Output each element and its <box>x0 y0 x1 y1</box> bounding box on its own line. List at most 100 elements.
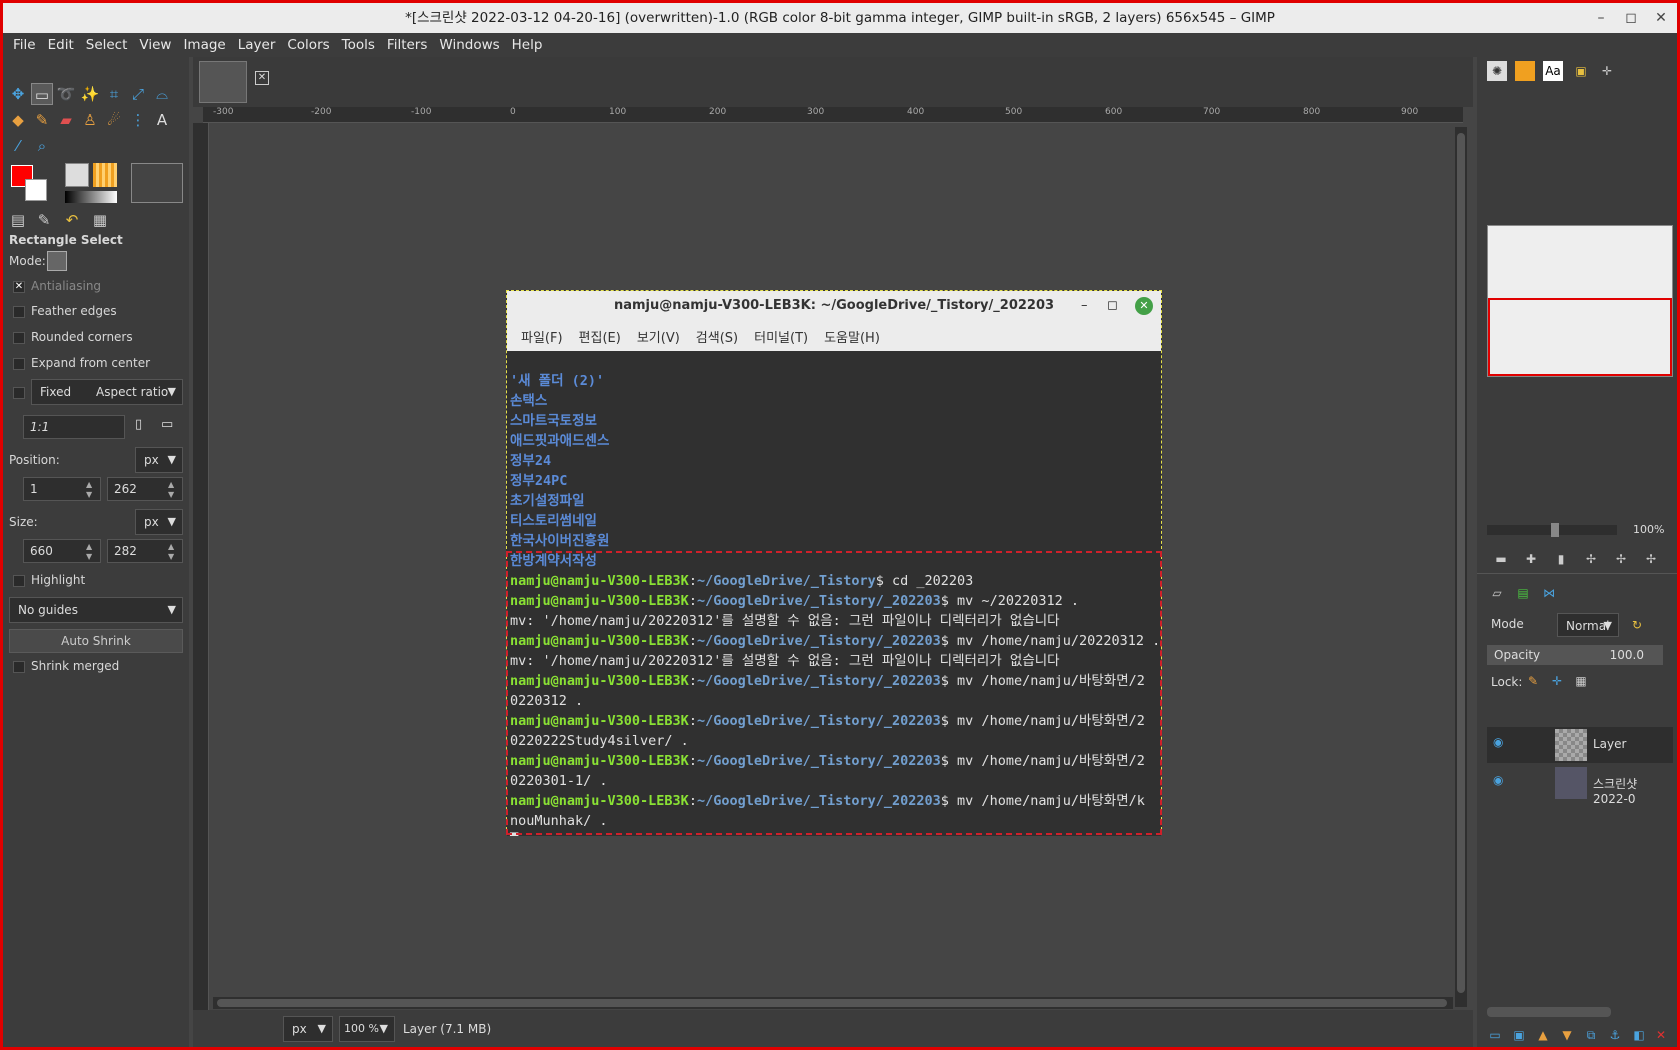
auto-shrink-button[interactable]: Auto Shrink <box>9 629 183 653</box>
tool-options-tab-icon[interactable]: ▤ <box>7 209 29 231</box>
patterns-tab-icon[interactable] <box>1515 61 1535 81</box>
menu-windows[interactable]: Windows <box>433 37 505 53</box>
layer-mode-dropdown[interactable]: Normal ▼ <box>1557 613 1619 637</box>
unit-dropdown[interactable]: px ▼ <box>283 1016 333 1042</box>
rect-select-tool-icon[interactable]: ▭ <box>31 83 53 105</box>
layer-row[interactable]: ◉ Layer <box>1487 727 1673 763</box>
new-group-icon[interactable]: ▣ <box>1509 1025 1529 1045</box>
brushes-tab-icon[interactable]: ✺ <box>1487 61 1507 81</box>
position-x-field[interactable]: 1 ▲ ▼ <box>23 477 101 501</box>
menu-tools[interactable]: Tools <box>336 37 381 53</box>
undo-history-tab-icon[interactable]: ↶ <box>61 209 83 231</box>
mode-intersect-icon[interactable] <box>125 251 145 271</box>
menu-file[interactable]: File <box>7 37 42 53</box>
device-status-tab-icon[interactable]: ✎ <box>33 209 55 231</box>
portrait-icon[interactable]: ▯ <box>135 417 142 432</box>
gradient-preview[interactable] <box>65 191 117 203</box>
layers-tab-icon[interactable]: ▱ <box>1487 583 1507 603</box>
image-preview-thumbnail[interactable] <box>131 163 183 203</box>
smudge-tool-icon[interactable]: ☄ <box>103 109 125 131</box>
shrink-merged-checkbox[interactable] <box>13 661 25 673</box>
menu-edit[interactable]: Edit <box>42 37 80 53</box>
zoom-out-icon[interactable]: ▬ <box>1491 549 1511 569</box>
position-y-field[interactable]: 262 ▲ ▼ <box>107 477 183 501</box>
close-button[interactable]: ✕ <box>1646 3 1676 33</box>
ratio-field[interactable]: 1:1 <box>23 415 125 439</box>
horizontal-scroll-thumb[interactable] <box>217 999 1447 1007</box>
crop-tool-icon[interactable]: ⌗ <box>103 83 125 105</box>
duplicate-layer-icon[interactable]: ⧉ <box>1581 1025 1601 1045</box>
size-width-field[interactable]: 660 ▲ ▼ <box>23 539 101 563</box>
slider-handle[interactable] <box>1551 523 1559 537</box>
anchor-layer-icon[interactable]: ⚓ <box>1605 1025 1625 1045</box>
opacity-slider[interactable]: Opacity 100.0 <box>1487 645 1663 665</box>
navigator-preview[interactable] <box>1487 225 1673 377</box>
navigation-tab-icon[interactable]: ✛ <box>1597 61 1617 81</box>
document-history-tab-icon[interactable]: ▣ <box>1571 61 1591 81</box>
fixed-dropdown[interactable]: Fixed Aspect ratio ▼ <box>31 379 183 405</box>
reset-mode-icon[interactable]: ↻ <box>1627 615 1647 635</box>
paths-tool-icon[interactable]: ⋮ <box>127 109 149 131</box>
visibility-eye-icon[interactable]: ◉ <box>1493 773 1503 787</box>
antialiasing-checkbox[interactable]: ✕ <box>13 281 25 293</box>
menu-image[interactable]: Image <box>177 37 231 53</box>
new-layer-icon[interactable]: ▭ <box>1485 1025 1505 1045</box>
menu-colors[interactable]: Colors <box>281 37 335 53</box>
bucket-fill-tool-icon[interactable]: ◆ <box>7 109 29 131</box>
rounded-checkbox[interactable] <box>13 332 25 344</box>
layers-scrollbar[interactable] <box>1487 1007 1611 1017</box>
layer-row[interactable]: ◉ 스크린샷 2022-0 <box>1487 765 1673 806</box>
free-select-tool-icon[interactable]: ➰ <box>55 83 77 105</box>
horizontal-ruler[interactable]: -300 -200 -100 0 100 200 300 400 500 600… <box>203 107 1463 123</box>
navigator-zoom-slider[interactable] <box>1487 523 1617 537</box>
mode-replace-icon[interactable] <box>47 251 67 271</box>
paths-tab-icon[interactable]: ⋈ <box>1539 583 1559 603</box>
spin-arrows-icon[interactable]: ▲ ▼ <box>86 542 98 562</box>
fuzzy-select-tool-icon[interactable]: ✨ <box>79 83 101 105</box>
menu-select[interactable]: Select <box>80 37 134 53</box>
pattern-preview[interactable] <box>93 163 117 187</box>
size-unit-dropdown[interactable]: px ▼ <box>135 509 183 535</box>
close-tab-icon[interactable]: ✕ <box>255 71 269 85</box>
color-picker-tool-icon[interactable]: ⁄ <box>7 135 29 157</box>
vertical-ruler[interactable] <box>193 123 209 1013</box>
channels-tab-icon[interactable]: ▤ <box>1513 583 1533 603</box>
menu-help[interactable]: Help <box>506 37 549 53</box>
landscape-icon[interactable]: ▭ <box>161 417 173 432</box>
move-tool-icon[interactable]: ✥ <box>7 83 29 105</box>
warp-tool-icon[interactable]: ⌓ <box>151 83 173 105</box>
size-height-field[interactable]: 282 ▲ ▼ <box>107 539 183 563</box>
guides-dropdown[interactable]: No guides ▼ <box>9 597 183 623</box>
expand-checkbox[interactable] <box>13 358 25 370</box>
image-tab-thumbnail[interactable] <box>199 61 247 103</box>
menu-layer[interactable]: Layer <box>232 37 282 53</box>
vertical-scroll-thumb[interactable] <box>1457 133 1465 993</box>
raise-layer-icon[interactable]: ▲ <box>1533 1025 1553 1045</box>
spin-arrows-icon[interactable]: ▲ ▼ <box>86 480 98 500</box>
feather-checkbox[interactable] <box>13 306 25 318</box>
spin-arrows-icon[interactable]: ▲ ▼ <box>168 480 180 500</box>
visibility-eye-icon[interactable]: ◉ <box>1493 735 1503 749</box>
lock-alpha-icon[interactable]: ▦ <box>1571 671 1591 691</box>
navigator-viewport[interactable] <box>1488 298 1672 376</box>
fixed-checkbox[interactable] <box>13 387 25 399</box>
zoom-1-1-icon[interactable]: ▮ <box>1551 549 1571 569</box>
menu-view[interactable]: View <box>133 37 177 53</box>
image-canvas[interactable]: namju@namju-V300-LEB3K: ~/GoogleDrive/_T… <box>506 290 1162 836</box>
zoom-tool-icon[interactable]: ⌕ <box>31 135 53 157</box>
images-tab-icon[interactable]: ▦ <box>89 209 111 231</box>
position-unit-dropdown[interactable]: px ▼ <box>135 447 183 473</box>
shrink-wrap-icon[interactable]: ✢ <box>1641 549 1661 569</box>
menu-filters[interactable]: Filters <box>381 37 433 53</box>
paintbrush-tool-icon[interactable]: ✎ <box>31 109 53 131</box>
minimize-button[interactable]: – <box>1586 3 1616 33</box>
zoom-in-icon[interactable]: ✚ <box>1521 549 1541 569</box>
background-color-swatch[interactable] <box>25 179 47 201</box>
mode-subtract-icon[interactable] <box>99 251 119 271</box>
lock-pixels-icon[interactable]: ✎ <box>1523 671 1543 691</box>
brush-preview[interactable] <box>65 163 89 187</box>
clone-tool-icon[interactable]: ♙ <box>79 109 101 131</box>
text-tool-icon[interactable]: A <box>151 109 173 131</box>
horizontal-scrollbar[interactable] <box>213 997 1453 1009</box>
mode-add-icon[interactable] <box>73 251 93 271</box>
